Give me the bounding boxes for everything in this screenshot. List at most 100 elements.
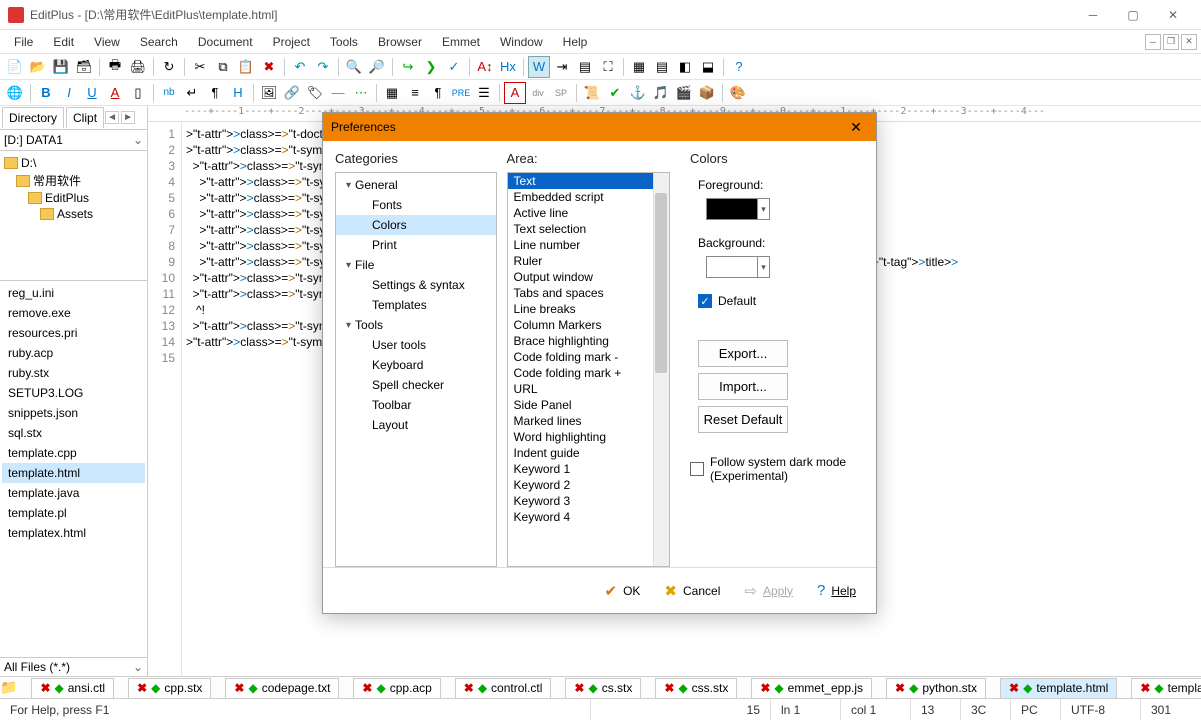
audio-icon[interactable]: 🎵 <box>650 82 672 104</box>
tree-node[interactable]: 常用软件 <box>2 171 145 190</box>
doc-tab[interactable]: ✖◆ansi.ctl <box>31 678 114 698</box>
category-toolbar[interactable]: Toolbar <box>336 395 496 415</box>
form-icon[interactable]: A <box>504 82 526 104</box>
background-swatch[interactable] <box>706 256 758 278</box>
category-settings-syntax[interactable]: Settings & syntax <box>336 275 496 295</box>
paragraph-icon[interactable]: ¶ <box>204 82 226 104</box>
palette-icon[interactable]: 🎨 <box>727 82 749 104</box>
help-icon[interactable]: ? <box>728 56 750 78</box>
doc-tab[interactable]: ✖◆codepage.txt <box>225 678 339 698</box>
close-icon[interactable]: ✖ <box>1009 681 1019 695</box>
darkmode-checkbox[interactable] <box>690 462 704 476</box>
category-spell-checker[interactable]: Spell checker <box>336 375 496 395</box>
categories-tree[interactable]: ▾ GeneralFontsColorsPrint▾ FileSettings … <box>335 172 497 567</box>
area-item[interactable]: Keyword 3 <box>508 493 669 509</box>
file-item[interactable]: reg_u.ini <box>2 283 145 303</box>
area-item[interactable]: Line breaks <box>508 301 669 317</box>
doc-tab[interactable]: ✖◆cpp.acp <box>353 678 440 698</box>
menu-file[interactable]: File <box>4 32 43 52</box>
underline-icon[interactable]: U <box>81 82 103 104</box>
print-icon[interactable]: 🖶 <box>104 56 126 78</box>
file-item[interactable]: templatex.html <box>2 523 145 543</box>
anchor-icon[interactable]: ⚓ <box>627 82 649 104</box>
bold-icon[interactable]: B <box>35 82 57 104</box>
image-icon[interactable]: 🖼 <box>258 82 280 104</box>
doc-tab[interactable]: ✖◆cpp.stx <box>128 678 211 698</box>
area-item[interactable]: Embedded script <box>508 189 669 205</box>
font-color-icon[interactable]: A <box>104 82 126 104</box>
anchor-name-icon[interactable]: 🏷 <box>304 82 326 104</box>
close-icon[interactable]: ✖ <box>895 681 905 695</box>
menu-tools[interactable]: Tools <box>320 32 368 52</box>
area-item[interactable]: Active line <box>508 205 669 221</box>
wordwrap-icon[interactable]: W <box>528 56 550 78</box>
goto-icon[interactable]: ↪ <box>397 56 419 78</box>
area-item[interactable]: Keyword 1 <box>508 461 669 477</box>
background-dropdown[interactable]: ▾ <box>758 256 770 278</box>
area-item[interactable]: Word highlighting <box>508 429 669 445</box>
doc-tab[interactable]: ✖◆template.html <box>1000 678 1117 698</box>
side-panel-icon[interactable]: ◧ <box>674 56 696 78</box>
hex-icon[interactable]: Hx <box>497 56 519 78</box>
window-tile-icon[interactable]: ▦ <box>628 56 650 78</box>
file-item[interactable]: snippets.json <box>2 403 145 423</box>
mark-icon[interactable]: ✓ <box>443 56 465 78</box>
area-item[interactable]: Keyword 4 <box>508 509 669 525</box>
area-item[interactable]: Marked lines <box>508 413 669 429</box>
category-colors[interactable]: Colors <box>336 215 496 235</box>
check-icon[interactable]: ✔ <box>604 82 626 104</box>
area-item[interactable]: Indent guide <box>508 445 669 461</box>
replace-icon[interactable]: 🔎 <box>366 56 388 78</box>
undo-icon[interactable]: ↶ <box>289 56 311 78</box>
close-icon[interactable]: ✖ <box>362 681 372 695</box>
bookmark-icon[interactable]: ❯ <box>420 56 442 78</box>
file-item[interactable]: template.html <box>2 463 145 483</box>
delete-icon[interactable]: ✖ <box>258 56 280 78</box>
save-all-icon[interactable]: 🗃 <box>73 56 95 78</box>
tabs-home-icon[interactable]: 📁 <box>0 679 17 696</box>
new-file-icon[interactable]: 📄 <box>4 56 26 78</box>
copy-icon[interactable]: ⧉ <box>212 56 234 78</box>
area-item[interactable]: Side Panel <box>508 397 669 413</box>
maximize-button[interactable]: ▢ <box>1113 1 1153 29</box>
area-item[interactable]: Code folding mark - <box>508 349 669 365</box>
file-item[interactable]: resources.pri <box>2 323 145 343</box>
cancel-button[interactable]: ✖Cancel <box>664 582 720 600</box>
close-icon[interactable]: ✖ <box>664 681 674 695</box>
help-button[interactable]: ?Help <box>817 582 856 599</box>
category-keyboard[interactable]: Keyboard <box>336 355 496 375</box>
area-item[interactable]: Text <box>508 173 669 189</box>
open-file-icon[interactable]: 📂 <box>27 56 49 78</box>
browser-icon[interactable]: 🌐 <box>4 82 26 104</box>
fullscreen-icon[interactable]: ⛶ <box>597 56 619 78</box>
category-fonts[interactable]: Fonts <box>336 195 496 215</box>
heading-icon[interactable]: H <box>227 82 249 104</box>
tree-node[interactable]: EditPlus <box>2 190 145 206</box>
file-item[interactable]: sql.stx <box>2 423 145 443</box>
mdi-restore-button[interactable]: ❐ <box>1163 34 1179 50</box>
menu-window[interactable]: Window <box>490 32 553 52</box>
category-user-tools[interactable]: User tools <box>336 335 496 355</box>
table-icon[interactable]: ▦ <box>381 82 403 104</box>
hr-icon[interactable]: — <box>327 82 349 104</box>
window-list-icon[interactable]: ▤ <box>651 56 673 78</box>
file-item[interactable]: ruby.stx <box>2 363 145 383</box>
object-icon[interactable]: 📦 <box>696 82 718 104</box>
menu-search[interactable]: Search <box>130 32 188 52</box>
save-icon[interactable]: 💾 <box>50 56 72 78</box>
file-item[interactable]: SETUP3.LOG <box>2 383 145 403</box>
export-button[interactable]: Export... <box>698 340 788 367</box>
category-file[interactable]: ▾ File <box>336 255 496 275</box>
close-icon[interactable]: ✖ <box>137 681 147 695</box>
category-templates[interactable]: Templates <box>336 295 496 315</box>
area-item[interactable]: Column Markers <box>508 317 669 333</box>
ok-button[interactable]: ✔OK <box>605 582 641 600</box>
mdi-close-button[interactable]: ✕ <box>1181 34 1197 50</box>
area-item[interactable]: Output window <box>508 269 669 285</box>
area-item[interactable]: Brace highlighting <box>508 333 669 349</box>
doc-tab[interactable]: ✖◆python.stx <box>886 678 986 698</box>
reset-default-button[interactable]: Reset Default <box>698 406 788 433</box>
minimize-button[interactable]: ─ <box>1073 1 1113 29</box>
category-tools[interactable]: ▾ Tools <box>336 315 496 335</box>
cut-icon[interactable]: ✂ <box>189 56 211 78</box>
